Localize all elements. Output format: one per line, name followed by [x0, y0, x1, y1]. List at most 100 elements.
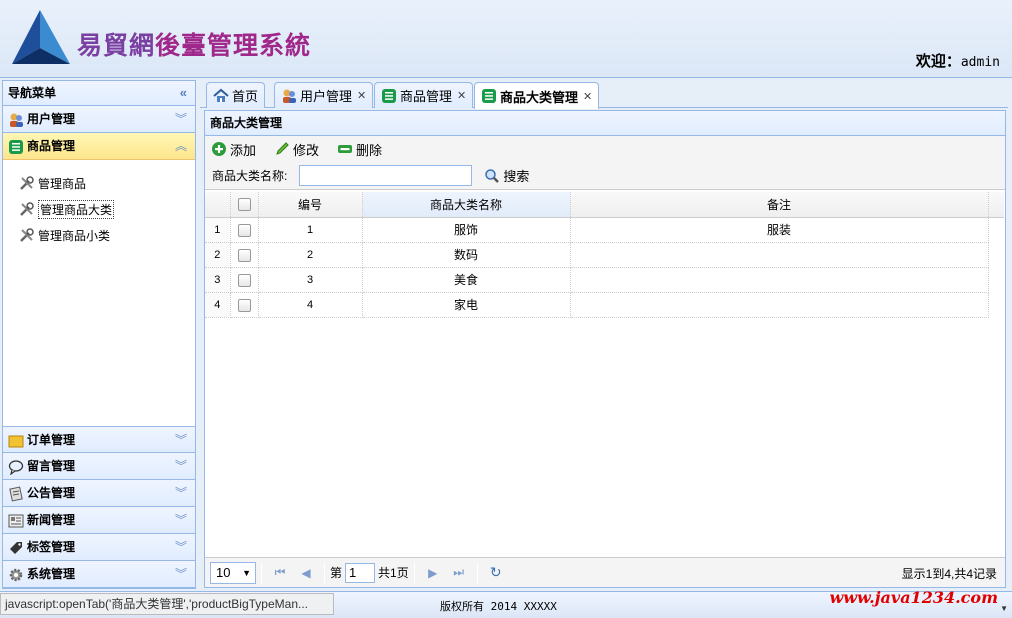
folder-icon [8, 432, 24, 448]
tools-icon [19, 227, 35, 243]
select-all-cell [230, 192, 259, 218]
nav-title: 导航菜单 [8, 86, 57, 100]
menu-item-manage-big-types[interactable]: 管理商品大类 [3, 196, 195, 222]
chevron-down-icon: ︾ [174, 567, 187, 581]
collapse-icon[interactable]: « [180, 81, 187, 105]
tag-icon [8, 539, 24, 555]
data-grid: 编号 商品大类名称 备注 1 1 服饰 服装 2 2 数码 3 3 美食 4 4… [205, 192, 1005, 318]
toolbar: 添加 修改 删除 [205, 136, 1005, 162]
search-button[interactable]: 搜索 [484, 166, 529, 185]
scroll-down-icon[interactable]: ▼ [1000, 604, 1008, 613]
dropdown-arrow-icon: ▼ [242, 567, 251, 578]
nav-section-orders[interactable]: 订单管理 ︾ [3, 426, 195, 453]
table-row[interactable]: 3 3 美食 [205, 267, 1004, 293]
page-total: 共1页 [378, 566, 409, 580]
users-icon [8, 111, 24, 127]
next-page-button[interactable]: ▶ [422, 566, 444, 580]
pencil-icon [274, 141, 290, 157]
tools-icon [19, 175, 35, 191]
table-header-row: 编号 商品大类名称 备注 [205, 192, 1004, 218]
notebook-icon [8, 485, 24, 502]
close-icon[interactable]: ✕ [357, 89, 366, 102]
copyright-text: 版权所有 2014 XXXXX [440, 600, 557, 613]
nav-section-notices[interactable]: 公告管理 ︾ [3, 480, 195, 507]
content-panel: 商品大类管理 添加 修改 删除 商品大类名称: 搜索 编号 商品大类名称 备注 … [204, 110, 1006, 588]
chevron-down-icon: ︾ [174, 459, 187, 473]
chevron-down-icon: ︾ [174, 540, 187, 554]
panel-title: 商品大类管理 [205, 111, 1005, 136]
row-checkbox[interactable] [237, 298, 251, 312]
nav-title-bar: 导航菜单 « [3, 81, 195, 106]
select-all-checkbox[interactable] [237, 198, 251, 212]
watermark: www.java1234.com [829, 588, 998, 607]
search-bar: 商品大类名称: 搜索 [205, 162, 1005, 190]
row-checkbox[interactable] [237, 223, 251, 237]
row-checkbox[interactable] [237, 248, 251, 262]
pagination-bar: 10 ▼ ⏮ ◀ 第 共1页 ▶ ⏭ ↻ 显示1到4,共4记录 [205, 557, 1005, 587]
app-header: 易貿網後臺管理系統 欢迎：admin [0, 0, 1012, 78]
list-icon [8, 138, 24, 154]
comment-icon [8, 458, 24, 476]
gear-icon [8, 566, 24, 582]
list-icon [481, 88, 497, 104]
pagination-info: 显示1到4,共4记录 [901, 567, 997, 581]
page-prefix: 第 [330, 566, 343, 580]
search-icon [484, 168, 500, 184]
tab-big-types[interactable]: 商品大类管理 ✕ [474, 82, 600, 109]
nav-bottom-sections: 订单管理 ︾ 留言管理 ︾ 公告管理 ︾ 新闻管理 ︾ 标签管理 ︾ 系统管理 … [3, 426, 195, 588]
nav-sidebar: 导航菜单 « 用户管理 ︾ 商品管理 ︽ 管理商品 管理商品大类 管理商品小类 [2, 80, 196, 589]
table-row[interactable]: 4 4 家电 [205, 292, 1004, 318]
column-header-name[interactable]: 商品大类名称 [362, 192, 571, 218]
nav-section-news[interactable]: 新闻管理 ︾ [3, 507, 195, 534]
add-button[interactable]: 添加 [211, 140, 256, 159]
close-icon[interactable]: ✕ [583, 90, 592, 103]
prev-page-button[interactable]: ◀ [295, 566, 317, 580]
nav-section-system[interactable]: 系统管理 ︾ [3, 561, 195, 588]
close-icon[interactable]: ✕ [457, 89, 466, 102]
nav-section-products[interactable]: 商品管理 ︽ [3, 133, 195, 160]
newspaper-icon [8, 512, 24, 528]
refresh-icon[interactable]: ↻ [485, 564, 507, 581]
page-size-select[interactable]: 10 ▼ [210, 561, 256, 584]
chevron-down-icon: ︾ [174, 513, 187, 527]
list-icon [381, 88, 397, 104]
header-filler [988, 192, 1004, 218]
browser-status-bar: javascript:openTab('商品大类管理','productBigT… [0, 593, 334, 615]
search-input[interactable] [299, 165, 473, 186]
search-label: 商品大类名称: [212, 169, 288, 183]
main-area: 首页 用户管理 ✕ 商品管理 ✕ 商品大类管理 ✕ 商品大类管理 添加 修改 删… [200, 80, 1008, 589]
page-number-input[interactable] [345, 562, 376, 583]
first-page-button[interactable]: ⏮ [269, 565, 291, 580]
add-icon [211, 141, 227, 157]
tools-icon [19, 201, 35, 217]
logo-icon [12, 10, 70, 64]
nav-section-users[interactable]: 用户管理 ︾ [3, 106, 195, 133]
tab-products[interactable]: 商品管理 ✕ [374, 82, 474, 108]
username: admin [960, 55, 1000, 70]
column-header-id[interactable]: 编号 [258, 192, 363, 218]
menu-item-manage-products[interactable]: 管理商品 [3, 170, 195, 196]
tab-bar: 首页 用户管理 ✕ 商品管理 ✕ 商品大类管理 ✕ [200, 80, 1008, 109]
column-header-remark[interactable]: 备注 [570, 192, 989, 218]
row-checkbox[interactable] [237, 273, 251, 287]
row-number-header [205, 192, 231, 218]
system-title: 易貿網後臺管理系統 [77, 31, 312, 60]
welcome-text: 欢迎：admin [915, 52, 1000, 70]
delete-button[interactable]: 删除 [337, 140, 382, 159]
nav-section-tags[interactable]: 标签管理 ︾ [3, 534, 195, 561]
last-page-button[interactable]: ⏭ [448, 565, 470, 580]
product-menu: 管理商品 管理商品大类 管理商品小类 [3, 160, 195, 426]
table-row[interactable]: 2 2 数码 [205, 242, 1004, 268]
chevron-down-icon: ︾ [174, 433, 187, 447]
tab-users[interactable]: 用户管理 ✕ [274, 82, 374, 108]
minus-icon [337, 141, 353, 157]
edit-button[interactable]: 修改 [274, 140, 319, 159]
menu-item-manage-small-types[interactable]: 管理商品小类 [3, 222, 195, 248]
chevron-down-icon: ︾ [174, 486, 187, 500]
nav-section-messages[interactable]: 留言管理 ︾ [3, 453, 195, 480]
table-row[interactable]: 1 1 服饰 服装 [205, 217, 1004, 243]
tab-home[interactable]: 首页 [206, 82, 266, 108]
chevron-up-icon: ︽ [174, 139, 187, 153]
home-icon [213, 88, 229, 104]
app-footer: javascript:openTab('商品大类管理','productBigT… [0, 588, 1012, 618]
